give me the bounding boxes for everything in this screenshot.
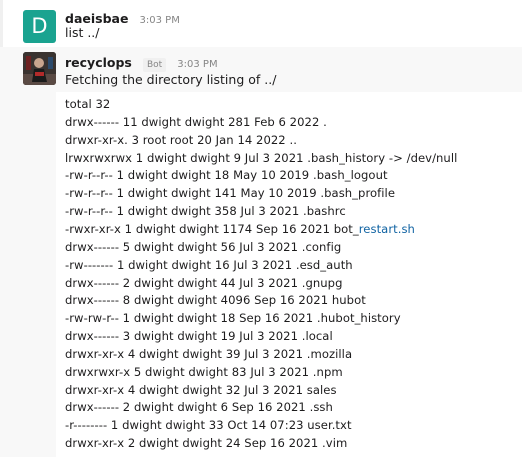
listing-line-text: drwx------ 2 dwight dwight 6 Sep 16 2021… bbox=[65, 400, 333, 415]
bot-badge: Bot bbox=[142, 58, 167, 72]
listing-line-text: drwxrwxr-x 5 dwight dwight 83 Jul 3 2021… bbox=[65, 364, 343, 379]
listing-line-text: -rw-r--r-- 1 dwight dwight 358 Jul 3 202… bbox=[65, 204, 346, 219]
timestamp[interactable]: 3:03 PM bbox=[177, 59, 217, 70]
listing-line-text: drwx------ 11 dwight dwight 281 Feb 6 20… bbox=[65, 114, 327, 129]
file-link[interactable]: restart.sh bbox=[359, 222, 415, 236]
listing-line: drwxrwxr-x 5 dwight dwight 83 Jul 3 2021… bbox=[65, 365, 343, 379]
listing-line: total 32 bbox=[65, 97, 110, 111]
listing-line: drwx------ 5 dwight dwight 56 Jul 3 2021… bbox=[65, 240, 341, 254]
listing-line: drwx------ 3 dwight dwight 19 Jul 3 2021… bbox=[65, 329, 333, 343]
avatar[interactable] bbox=[23, 52, 56, 85]
listing-line: drwx------ 2 dwight dwight 6 Sep 16 2021… bbox=[65, 400, 333, 414]
listing-line-text: -rw-r--r-- 1 dwight dwight 18 May 10 201… bbox=[65, 168, 388, 183]
message-header: daeisbae 3:03 PM bbox=[65, 8, 180, 26]
listing-line: drwxr-xr-x. 3 root root 20 Jan 14 2022 .… bbox=[65, 133, 297, 147]
listing-line-text: drwx------ 3 dwight dwight 19 Jul 3 2021… bbox=[65, 329, 333, 344]
listing-line: -rwxr-xr-x 1 dwight dwight 1174 Sep 16 2… bbox=[65, 222, 415, 236]
message-header: recyclops Bot 3:03 PM bbox=[65, 52, 218, 72]
listing-line: drwx------ 2 dwight dwight 44 Jul 3 2021… bbox=[65, 276, 343, 290]
listing-line: -rw-r--r-- 1 dwight dwight 18 May 10 201… bbox=[65, 168, 388, 182]
listing-line: drwxr-xr-x 4 dwight dwight 39 Jul 3 2021… bbox=[65, 347, 352, 361]
listing-line: drwx------ 11 dwight dwight 281 Feb 6 20… bbox=[65, 115, 327, 129]
listing-line-text: drwxr-xr-x 4 dwight dwight 39 Jul 3 2021… bbox=[65, 346, 353, 361]
listing-line: drwx------ 8 dwight dwight 4096 Sep 16 2… bbox=[65, 293, 366, 307]
listing-line: -rw-r--r-- 1 dwight dwight 141 May 10 20… bbox=[65, 186, 395, 200]
listing-line-text: -rw-r--r-- 1 dwight dwight 141 May 10 20… bbox=[65, 186, 395, 201]
username[interactable]: recyclops bbox=[65, 55, 132, 70]
listing-line-text: drwx------ 8 dwight dwight 4096 Sep 16 2… bbox=[65, 293, 366, 308]
listing-line-text: total 32 bbox=[65, 97, 111, 111]
listing-line: -rw------- 1 dwight dwight 16 Jul 3 2021… bbox=[65, 258, 353, 272]
listing-line-text: lrwxrwxrwx 1 dwight dwight 9 Jul 3 2021 … bbox=[65, 150, 458, 165]
message-text: list ../ bbox=[65, 25, 100, 40]
listing-line-text: -rw-rw-r-- 1 dwight dwight 18 Sep 16 202… bbox=[65, 311, 401, 326]
listing-line: -rw-rw-r-- 1 dwight dwight 18 Sep 16 202… bbox=[65, 311, 401, 325]
listing-line: -r-------- 1 dwight dwight 33 Oct 14 07:… bbox=[65, 418, 352, 432]
listing-line-text: -rwxr-xr-x 1 dwight dwight 1174 Sep 16 2… bbox=[65, 221, 359, 236]
listing-line-text: drwxr-xr-x 4 dwight dwight 32 Jul 3 2021… bbox=[65, 382, 337, 397]
listing-line: lrwxrwxrwx 1 dwight dwight 9 Jul 3 2021 … bbox=[65, 151, 457, 165]
message-text: Fetching the directory listing of ../ bbox=[65, 72, 277, 87]
listing-line: drwxr-xr-x 4 dwight dwight 32 Jul 3 2021… bbox=[65, 383, 337, 397]
listing-line-text: drwxr-xr-x. 3 root root 20 Jan 14 2022 .… bbox=[65, 132, 297, 147]
avatar[interactable]: D bbox=[23, 10, 56, 43]
listing-line-text: drwx------ 5 dwight dwight 56 Jul 3 2021… bbox=[65, 239, 342, 254]
listing-line-text: drwxr-xr-x 2 dwight dwight 24 Sep 16 202… bbox=[65, 436, 348, 451]
listing-line: drwxr-xr-x 2 dwight dwight 24 Sep 16 202… bbox=[65, 436, 347, 450]
listing-line-text: -rw------- 1 dwight dwight 16 Jul 3 2021… bbox=[65, 257, 353, 272]
listing-line-text: -r-------- 1 dwight dwight 33 Oct 14 07:… bbox=[65, 418, 352, 433]
bot-avatar-image-icon bbox=[23, 52, 56, 85]
timestamp[interactable]: 3:03 PM bbox=[140, 15, 180, 26]
listing-line-text: drwx------ 2 dwight dwight 44 Jul 3 2021… bbox=[65, 275, 343, 290]
username[interactable]: daeisbae bbox=[65, 11, 128, 26]
listing-line: -rw-r--r-- 1 dwight dwight 358 Jul 3 202… bbox=[65, 204, 346, 218]
